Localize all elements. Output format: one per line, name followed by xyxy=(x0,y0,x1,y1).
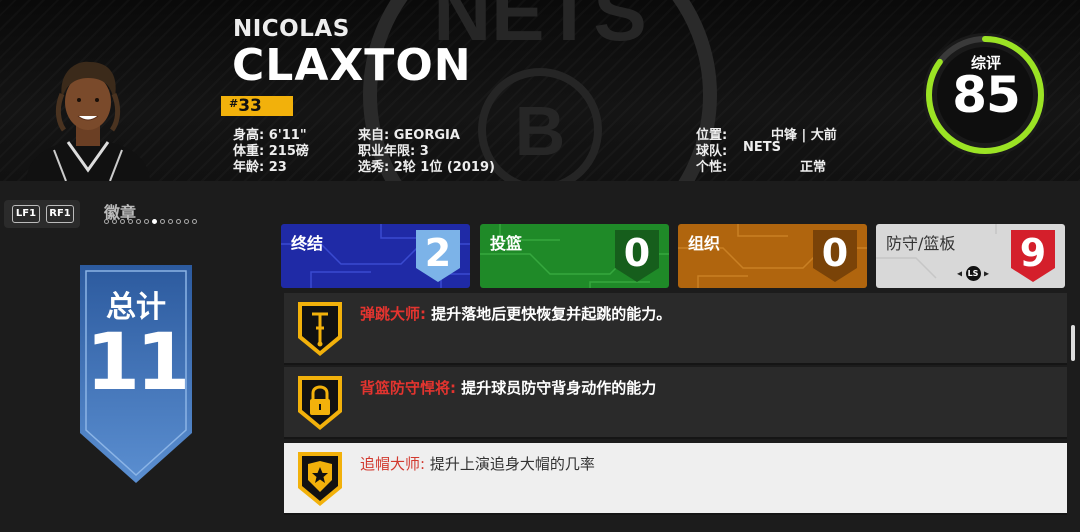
tab-count: 2 xyxy=(424,231,452,275)
bumper-hints: LF1 RF1 xyxy=(4,200,80,228)
star-shield-icon xyxy=(298,452,342,506)
badge-row[interactable]: 弹跳大师: 提升落地后更快恢复并起跳的能力。 xyxy=(284,293,1067,365)
tab-label: 投篮 xyxy=(490,234,523,253)
badge-description: 提升上演追身大帽的几率 xyxy=(425,455,595,473)
badge-row[interactable]: 背篮防守悍将: 提升球员防守背身动作的能力 xyxy=(284,367,1067,439)
tab-label: 终结 xyxy=(291,234,324,253)
tab-shooting[interactable]: 投篮 0 xyxy=(480,224,669,288)
personality-label: 个性: xyxy=(696,160,728,175)
personality-value: 正常 xyxy=(800,160,827,175)
tab-label: 组织 xyxy=(688,234,721,253)
player-header: NETS B NICOLAS CLAXTON #33 身高: 6'11" 体重:… xyxy=(0,0,1080,181)
tab-count: 0 xyxy=(821,231,849,275)
jersey-number-badge: #33 xyxy=(221,96,293,116)
tab-label: 防守/篮板 xyxy=(886,234,956,253)
page-dot xyxy=(176,219,181,224)
badge-name: 弹跳大师: xyxy=(360,305,426,323)
tab-playmaking[interactable]: 组织 0 xyxy=(678,224,867,288)
page-dot xyxy=(160,219,165,224)
page-dot xyxy=(112,219,117,224)
page-dot xyxy=(168,219,173,224)
badge-list: 弹跳大师: 提升落地后更快恢复并起跳的能力。 背篮防守悍将: 提升球员防守背身动… xyxy=(284,293,1067,515)
player-first-name: NICOLAS xyxy=(233,16,350,42)
team-value: NETS xyxy=(743,140,781,155)
page-dot xyxy=(120,219,125,224)
page-dot-active xyxy=(152,219,157,224)
badge-text: 背篮防守悍将: 提升球员防守背身动作的能力 xyxy=(360,377,656,398)
badge-name: 追帽大师: xyxy=(360,455,426,473)
badge-description: 提升球员防守背身动作的能力 xyxy=(456,379,657,397)
page-indicator xyxy=(104,219,197,224)
badge-row-selected[interactable]: 追帽大师: 提升上演追身大帽的几率 xyxy=(284,443,1067,515)
player-draft: 选秀: 2轮 1位 (2019) xyxy=(358,160,495,175)
rb-button[interactable]: RF1 xyxy=(46,205,74,223)
total-value: 11 xyxy=(85,318,191,408)
page-dot xyxy=(104,219,109,224)
player-portrait xyxy=(26,61,150,181)
lb-button[interactable]: LF1 xyxy=(12,205,40,223)
page-dot xyxy=(144,219,149,224)
pogo-stick-icon xyxy=(298,302,342,356)
page-dot xyxy=(184,219,189,224)
page-dot xyxy=(192,219,197,224)
page-dot xyxy=(136,219,141,224)
tab-count: 0 xyxy=(623,231,651,275)
padlock-icon xyxy=(298,376,342,430)
ls-stick-icon: LS xyxy=(965,266,981,281)
ls-toggle-hint[interactable]: ◂ LS ▸ xyxy=(950,266,996,282)
badge-text: 追帽大师: 提升上演追身大帽的几率 xyxy=(360,453,595,474)
tab-finishing[interactable]: 终结 2 xyxy=(281,224,470,288)
player-age: 年龄: 23 xyxy=(233,160,287,175)
badge-text: 弹跳大师: 提升落地后更快恢复并起跳的能力。 xyxy=(360,303,671,324)
badge-name: 背篮防守悍将: xyxy=(360,379,456,397)
badge-description: 提升落地后更快恢复并起跳的能力。 xyxy=(426,305,672,323)
list-scrollbar[interactable] xyxy=(1071,325,1075,361)
jersey-hash: # xyxy=(229,97,239,110)
tab-count: 9 xyxy=(1019,231,1047,275)
svg-text:B: B xyxy=(515,92,566,170)
overall-value: 85 xyxy=(952,66,1021,124)
player-last-name: CLAXTON xyxy=(232,40,472,91)
jersey-number: 33 xyxy=(238,96,262,116)
page-dot xyxy=(128,219,133,224)
